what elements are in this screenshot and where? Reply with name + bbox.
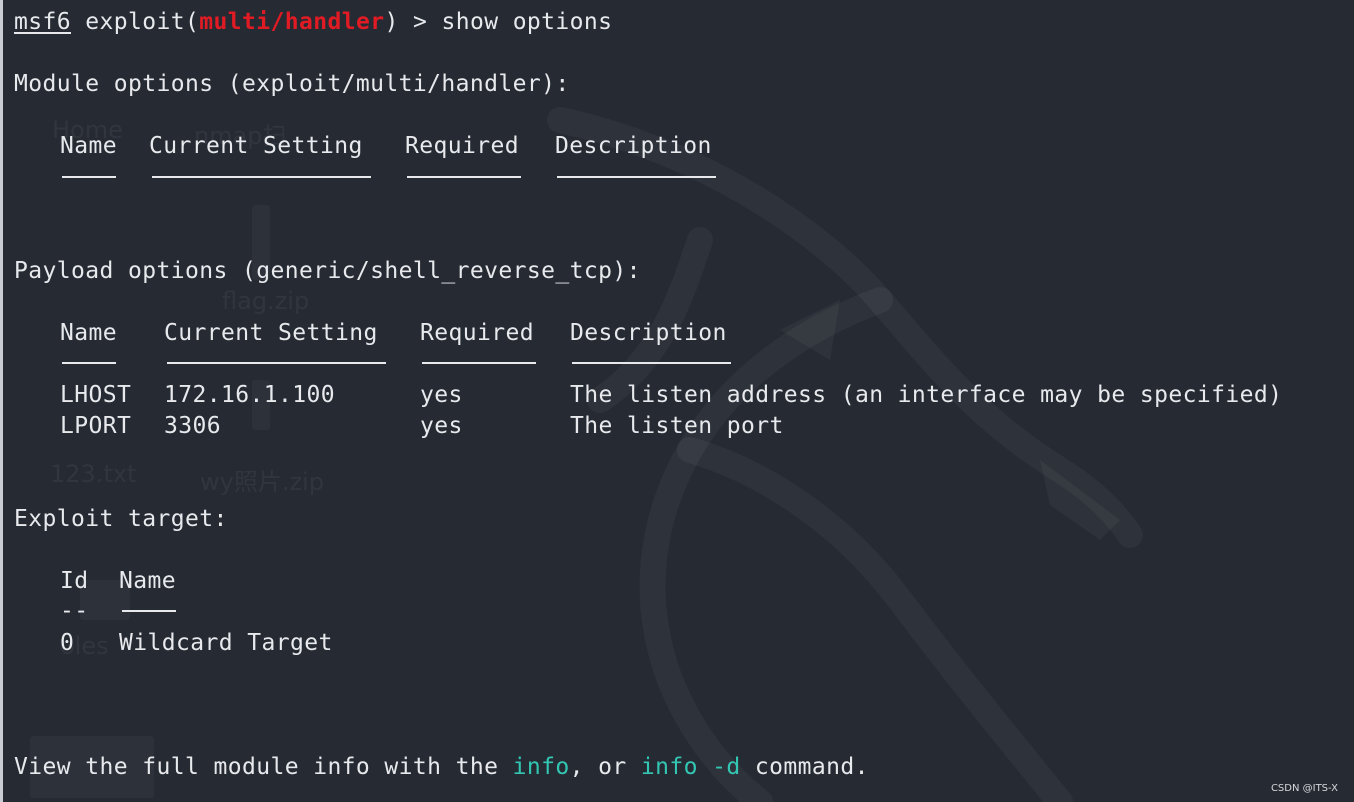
- payload-col-description: Description: [570, 320, 727, 346]
- payload-row-description: The listen address (an interface may be …: [570, 382, 1283, 408]
- payload-row-required: yes: [420, 413, 463, 439]
- module-col-description-rule: [557, 176, 716, 178]
- payload-col-description-rule: [572, 362, 731, 364]
- module-col-name-rule: [62, 176, 116, 178]
- target-col-name: Name: [119, 568, 176, 594]
- target-col-id: Id: [60, 568, 89, 594]
- module-options-heading: Module options (exploit/multi/handler):: [14, 71, 570, 97]
- payload-options-heading: Payload options (generic/shell_reverse_t…: [14, 258, 641, 284]
- payload-row-setting: 172.16.1.100: [164, 382, 335, 408]
- target-col-id-rule: --: [60, 598, 89, 624]
- payload-row-description: The listen port: [570, 413, 784, 439]
- exploit-target-heading: Exploit target:: [14, 506, 228, 532]
- module-col-description: Description: [555, 133, 712, 159]
- footer-middle: , or: [569, 754, 641, 780]
- prompt-command: show options: [441, 9, 613, 35]
- payload-col-name: Name: [60, 320, 117, 346]
- target-row-id: 0: [60, 630, 75, 656]
- footer-cmd-info: info: [512, 754, 570, 780]
- payload-row-name: LPORT: [60, 413, 132, 439]
- module-col-required-rule: [407, 176, 521, 178]
- prompt-line: msf6 exploit(multi/handler) > show optio…: [14, 7, 612, 37]
- module-col-setting: Current Setting: [149, 133, 363, 159]
- payload-col-setting: Current Setting: [164, 320, 378, 346]
- payload-row-setting: 3306: [164, 413, 221, 439]
- module-col-name: Name: [60, 133, 117, 159]
- target-row-name: Wildcard Target: [119, 630, 333, 656]
- footer-line: View the full module info with the info,…: [14, 752, 869, 782]
- payload-col-setting-rule: [167, 362, 386, 364]
- payload-row-name: LHOST: [60, 382, 132, 408]
- prompt-module: multi/handler: [199, 9, 385, 35]
- footer-cmd-info-d: info -d: [640, 754, 741, 780]
- module-col-setting-rule: [152, 176, 371, 178]
- footer-suffix: command.: [740, 754, 869, 780]
- prompt-user: msf6: [14, 9, 71, 35]
- footer-prefix: View the full module info with the: [14, 754, 513, 780]
- module-col-required: Required: [405, 133, 519, 159]
- payload-col-required: Required: [420, 320, 534, 346]
- csdn-watermark: CSDN @ITS-X: [1270, 783, 1338, 794]
- terminal-output: msf6 exploit(multi/handler) > show optio…: [0, 0, 1354, 802]
- payload-row-required: yes: [420, 382, 463, 408]
- payload-col-required-rule: [422, 362, 536, 364]
- prompt-context-prefix: exploit(: [71, 9, 200, 35]
- prompt-context-suffix: ) >: [384, 9, 442, 35]
- payload-col-name-rule: [62, 362, 116, 364]
- target-col-name-rule: [122, 610, 176, 612]
